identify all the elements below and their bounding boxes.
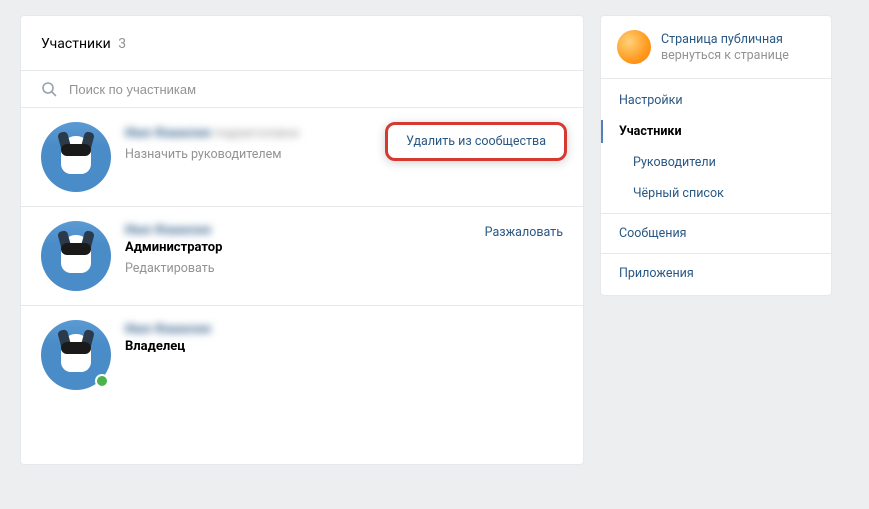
- community-labels: Страница публичная вернуться к странице: [661, 32, 789, 63]
- member-side: Разжаловать: [485, 225, 563, 240]
- edit-link[interactable]: Редактировать: [125, 261, 215, 276]
- member-name[interactable]: Имя Фамилия: [125, 322, 211, 337]
- member-name[interactable]: Имя Фамилия: [125, 126, 211, 141]
- nav-settings[interactable]: Настройки: [601, 85, 831, 116]
- nav-blacklist[interactable]: Чёрный список: [601, 178, 831, 209]
- layout: Участники 3 Имя Фамилия подзаголовок Наз…: [20, 15, 849, 465]
- nav-members[interactable]: Участники: [601, 116, 831, 147]
- search-icon: [41, 81, 57, 97]
- members-count: 3: [118, 36, 126, 52]
- sidebar: Страница публичная вернуться к странице …: [600, 15, 832, 465]
- avatar[interactable]: [41, 122, 111, 192]
- main-panel: Участники 3 Имя Фамилия подзаголовок Наз…: [20, 15, 584, 465]
- community-header[interactable]: Страница публичная вернуться к странице: [601, 16, 831, 79]
- community-subtitle: вернуться к странице: [661, 48, 789, 63]
- member-actions: Редактировать: [125, 261, 563, 276]
- online-indicator: [95, 374, 109, 388]
- nav-apps[interactable]: Приложения: [601, 258, 831, 289]
- page-header: Участники 3: [21, 16, 583, 70]
- member-row: Имя Фамилия Владелец: [21, 306, 583, 404]
- page-title: Участники: [41, 36, 111, 52]
- member-name[interactable]: Имя Фамилия: [125, 223, 211, 238]
- search-row: [21, 70, 583, 108]
- nav-separator: [601, 253, 831, 254]
- community-title: Страница публичная: [661, 32, 789, 47]
- assign-manager-link[interactable]: Назначить руководителем: [125, 147, 281, 162]
- demote-link[interactable]: Разжаловать: [485, 225, 563, 240]
- member-role: Владелец: [125, 339, 563, 354]
- avatar[interactable]: [41, 320, 111, 390]
- nav-managers[interactable]: Руководители: [601, 147, 831, 178]
- member-role: Администратор: [125, 240, 563, 255]
- member-row: Имя Фамилия подзаголовок Назначить руков…: [21, 108, 583, 207]
- member-subtitle: подзаголовок: [214, 126, 299, 141]
- search-input[interactable]: [69, 82, 563, 97]
- avatar[interactable]: [41, 221, 111, 291]
- nav-messages[interactable]: Сообщения: [601, 218, 831, 249]
- member-side: Удалить из сообщества: [381, 126, 563, 165]
- nav-separator: [601, 213, 831, 214]
- sidebar-card: Страница публичная вернуться к странице …: [600, 15, 832, 296]
- highlight-box: Удалить из сообщества: [385, 122, 567, 161]
- sidebar-nav: Настройки Участники Руководители Чёрный …: [601, 79, 831, 295]
- member-info: Имя Фамилия Владелец: [125, 320, 563, 354]
- community-avatar: [617, 30, 651, 64]
- member-row: Имя Фамилия Администратор Редактировать …: [21, 207, 583, 306]
- remove-from-community-link[interactable]: Удалить из сообщества: [406, 134, 546, 149]
